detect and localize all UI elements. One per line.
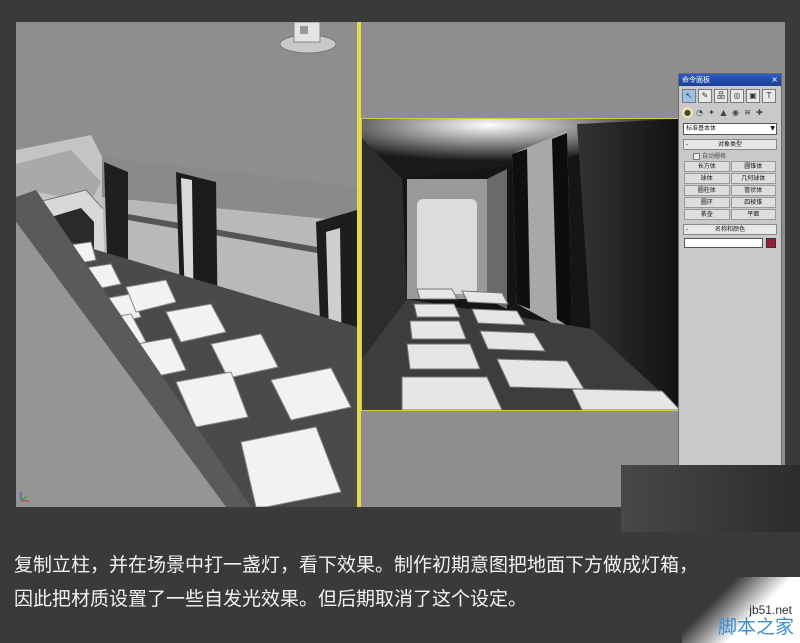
utilities-tab-icon[interactable]: T bbox=[762, 89, 776, 103]
name-row bbox=[684, 238, 776, 248]
create-subtab-row: ● ◔ ✦ ▲ ◉ ≋ ✚ bbox=[679, 105, 781, 120]
close-icon[interactable]: × bbox=[771, 74, 778, 86]
shapes-icon[interactable]: ◔ bbox=[694, 107, 705, 118]
object-type-rollout[interactable]: - 对象类型 bbox=[683, 139, 777, 150]
cone-button[interactable]: 圆锥体 bbox=[731, 161, 777, 172]
command-panel-title: 命令面板 bbox=[682, 76, 710, 84]
name-color-header: 名称和颜色 bbox=[715, 226, 745, 233]
autogrid-checkbox-row[interactable]: 自动栅格 bbox=[679, 152, 781, 161]
sphere-button[interactable]: 球体 bbox=[684, 173, 730, 184]
autogrid-label: 自动栅格 bbox=[702, 153, 726, 160]
cameras-icon[interactable]: ▲ bbox=[718, 107, 729, 118]
lights-icon[interactable]: ✦ bbox=[706, 107, 717, 118]
caption-text: 复制立柱，并在场景中打一盏灯，看下效果。制作初期意图把地面下方做成灯箱， 因此把… bbox=[14, 548, 789, 616]
geosphere-button[interactable]: 几何球体 bbox=[731, 173, 777, 184]
spacewarps-icon[interactable]: ≋ bbox=[742, 107, 753, 118]
category-selected-value: 标准基本体 bbox=[686, 125, 716, 132]
autogrid-checkbox[interactable] bbox=[693, 153, 700, 160]
category-dropdown[interactable]: 标准基本体 ▼ bbox=[683, 123, 777, 135]
hierarchy-tab-icon[interactable]: 品 bbox=[714, 89, 728, 103]
watermark-logo-text: 脚本之家 bbox=[718, 612, 794, 639]
corridor-wireframe-scene bbox=[16, 22, 357, 507]
pyramid-button[interactable]: 四棱锥 bbox=[731, 197, 777, 208]
plane-button[interactable]: 平面 bbox=[731, 209, 777, 220]
axis-tripod-icon bbox=[18, 489, 32, 503]
panel-tab-row: ↖ ✎ 品 ◎ ▣ T bbox=[679, 86, 781, 105]
collapse-icon: - bbox=[686, 225, 688, 234]
object-type-header: 对象类型 bbox=[718, 141, 742, 148]
motion-tab-icon[interactable]: ◎ bbox=[730, 89, 744, 103]
helpers-icon[interactable]: ◉ bbox=[730, 107, 741, 118]
command-panel[interactable]: 命令面板 × ↖ ✎ 品 ◎ ▣ T ● ◔ ✦ ▲ ◉ ≋ ✚ 标准基本体 ▼… bbox=[678, 73, 782, 473]
watermark-corner: jb51.net 脚本之家 bbox=[682, 577, 800, 643]
name-color-rollout[interactable]: - 名称和颜色 bbox=[683, 224, 777, 235]
rendered-corridor-image bbox=[362, 119, 680, 410]
chevron-down-icon: ▼ bbox=[770, 124, 775, 134]
teapot-button[interactable]: 茶壶 bbox=[684, 209, 730, 220]
geometry-icon[interactable]: ● bbox=[682, 107, 693, 118]
object-name-input[interactable] bbox=[684, 238, 763, 248]
box-button[interactable]: 长方体 bbox=[684, 161, 730, 172]
create-tab-icon[interactable]: ↖ bbox=[682, 89, 696, 103]
collapse-icon: - bbox=[686, 140, 688, 149]
cylinder-button[interactable]: 圆柱体 bbox=[684, 185, 730, 196]
caption-line-1: 复制立柱，并在场景中打一盏灯，看下效果。制作初期意图把地面下方做成灯箱， bbox=[14, 548, 789, 582]
render-preview-frame bbox=[361, 118, 681, 411]
caption-line-2: 因此把材质设置了一些自发光效果。但后期取消了这个设定。 bbox=[14, 582, 789, 616]
blurred-status-area bbox=[621, 465, 800, 532]
display-tab-icon[interactable]: ▣ bbox=[746, 89, 760, 103]
systems-icon[interactable]: ✚ bbox=[754, 107, 765, 118]
object-color-swatch[interactable] bbox=[766, 238, 776, 248]
modify-tab-icon[interactable]: ✎ bbox=[698, 89, 712, 103]
tube-button[interactable]: 管状体 bbox=[731, 185, 777, 196]
perspective-viewport-left[interactable] bbox=[16, 22, 357, 507]
torus-button[interactable]: 圆环 bbox=[684, 197, 730, 208]
command-panel-titlebar[interactable]: 命令面板 × bbox=[679, 74, 781, 86]
object-type-buttons: 长方体 圆锥体 球体 几何球体 圆柱体 管状体 圆环 四棱锥 茶壶 平面 bbox=[684, 161, 776, 220]
